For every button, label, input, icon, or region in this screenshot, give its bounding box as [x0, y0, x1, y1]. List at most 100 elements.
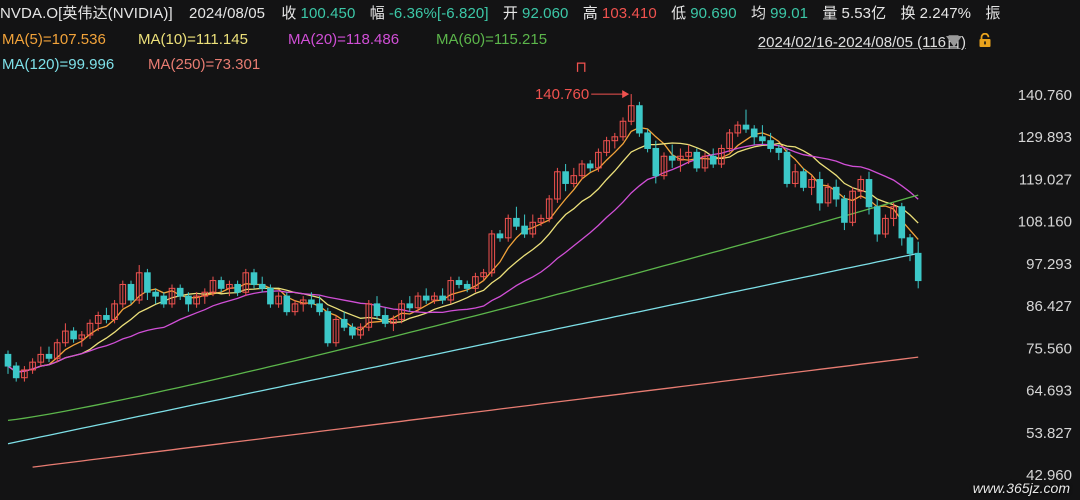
low-label: 低	[671, 5, 687, 22]
candle-body	[562, 171, 569, 184]
quote-date: 2024/08/05	[189, 5, 266, 22]
watermark: www.365jz.com	[972, 480, 1070, 496]
candle-body	[267, 287, 274, 305]
candle-body	[906, 237, 914, 254]
candle-body	[144, 272, 151, 293]
candle-body	[496, 233, 504, 239]
high-annotation-label: 140.760	[535, 86, 589, 103]
y-tick-label: 129.893	[1018, 129, 1072, 146]
candle-body	[373, 303, 381, 317]
candle-body	[668, 155, 676, 161]
candle-body	[709, 155, 717, 165]
ma5-legend: MA(5)=107.536	[2, 31, 106, 48]
candle-body	[652, 147, 660, 177]
price-chart: 140.760 129.893 119.027 108.160 97.293 86.427…	[4, 58, 1072, 484]
change-label: 幅	[369, 5, 385, 22]
y-tick-label: 97.293	[1026, 256, 1072, 273]
candle-body	[439, 295, 446, 301]
ma10-line	[7, 142, 919, 373]
candle-body	[316, 303, 323, 313]
avg-label: 均	[750, 5, 767, 22]
high-marker-icon: ⊓	[575, 58, 587, 76]
candle-body	[45, 353, 53, 359]
lock-icon[interactable]	[978, 33, 992, 47]
candle-body	[381, 315, 389, 324]
candle-body	[759, 136, 766, 142]
y-tick-label: 108.160	[1018, 214, 1072, 231]
avg-value: 99.01	[770, 5, 809, 22]
candle-body	[127, 283, 135, 301]
candle-body	[324, 311, 332, 344]
candle-body	[775, 147, 783, 153]
ma10-legend: MA(10)=111.145	[138, 31, 248, 48]
turnover-label: 换	[900, 5, 916, 22]
candle-body	[70, 330, 77, 340]
candle-body	[693, 151, 701, 169]
candle-body	[742, 124, 750, 130]
candle-body	[521, 225, 528, 235]
candle-body	[12, 365, 20, 379]
ma60-legend: MA(60)=115.215	[436, 31, 548, 48]
candle-body	[914, 252, 922, 282]
y-tick-label: 53.827	[1026, 425, 1072, 442]
candle-body	[217, 280, 225, 289]
candle-body	[898, 206, 906, 239]
high-label: 高	[582, 5, 598, 22]
candle-body	[234, 283, 241, 293]
y-tick-label: 86.427	[1026, 298, 1072, 315]
change-value: -6.36%[-6.820]	[388, 5, 489, 22]
close-value: 100.450	[300, 5, 356, 22]
candle-body	[832, 186, 840, 200]
candle-body	[800, 171, 807, 188]
candle-body	[176, 287, 184, 297]
y-tick-label: 119.027	[1019, 171, 1072, 188]
y-tick-label: 140.760	[1018, 87, 1072, 104]
y-tick-label: 75.560	[1026, 340, 1072, 357]
ma5-line	[7, 126, 919, 373]
candle-body	[349, 326, 356, 336]
open-label: 开	[502, 5, 518, 22]
candle-body	[160, 295, 168, 305]
candle-body	[308, 299, 315, 305]
symbol-name: NVDA.O[英伟达(NVIDIA)]	[0, 5, 173, 22]
candle-body	[283, 295, 291, 313]
y-tick-label: 64.693	[1026, 383, 1072, 400]
ma250-line	[32, 356, 919, 468]
candle-body	[750, 128, 758, 138]
volume-label: 量	[822, 5, 838, 22]
candle-body	[873, 206, 881, 235]
low-value: 90.690	[690, 5, 737, 22]
candle-body	[152, 291, 159, 297]
candle-body	[841, 198, 848, 223]
volume-value: 5.53亿	[841, 5, 887, 22]
candle-body	[185, 295, 192, 305]
ma120-legend: MA(120)=99.996	[2, 56, 115, 73]
ma60-line	[7, 194, 919, 422]
candle-body	[586, 163, 594, 169]
candle-body	[463, 283, 471, 289]
quote-info-bar: NVDA.O[英伟达(NVIDIA)] 2024/08/05 收 100.450 …	[0, 0, 1080, 28]
candle-body	[513, 217, 520, 227]
candle-body	[340, 318, 348, 328]
close-label: 收	[281, 5, 297, 22]
high-value: 103.410	[601, 5, 657, 22]
ma250-legend: MA(250)=73.301	[148, 56, 261, 73]
amplitude-label: 振	[985, 5, 1001, 22]
candle-body	[258, 283, 266, 289]
candle-body	[422, 295, 430, 301]
candle-body	[636, 105, 643, 134]
high-arrow-head	[622, 90, 630, 99]
candle-body	[103, 315, 110, 320]
candle-body	[816, 179, 824, 204]
candle-body	[783, 151, 791, 184]
ma20-legend: MA(20)=118.486	[288, 31, 400, 48]
candle-body	[644, 132, 651, 149]
candle-body	[767, 140, 774, 149]
open-value: 92.060	[522, 5, 569, 22]
candle-body	[406, 303, 414, 309]
turnover-value: 2.247%	[919, 5, 972, 22]
chevron-down-icon[interactable]	[946, 36, 962, 47]
date-range-selector[interactable]: 2024/02/16-2024/08/05 (116日)	[758, 31, 966, 52]
ma20-line	[7, 143, 919, 373]
candle-body	[250, 272, 258, 285]
